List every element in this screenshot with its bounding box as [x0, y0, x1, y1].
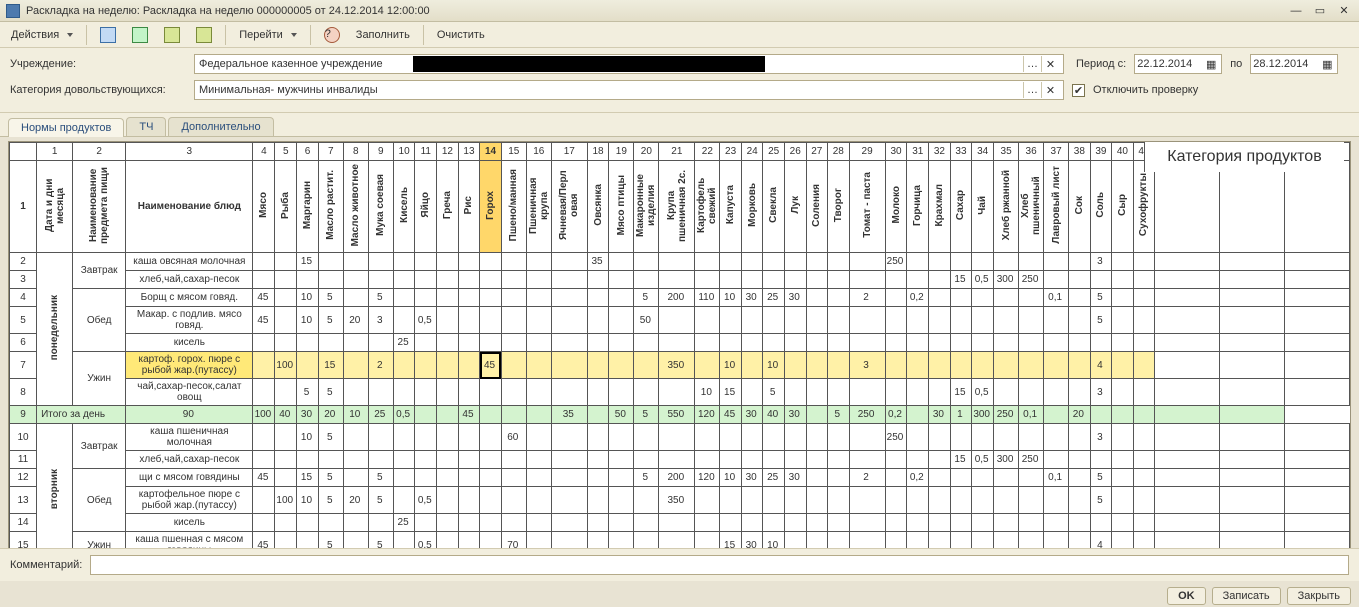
goto-menu[interactable]: Перейти [232, 26, 304, 44]
category-field[interactable]: Минимальная- мужчины инвалиды … ✕ [194, 80, 1064, 100]
refresh-icon [132, 27, 148, 43]
period-to-label: по [1230, 58, 1242, 70]
institution-value: Федеральное казенное учреждение [199, 58, 383, 70]
disable-check-label: Отключить проверку [1093, 84, 1198, 96]
tb-save-icon[interactable] [93, 24, 123, 46]
ok-button[interactable]: OK [1167, 587, 1206, 605]
grid-area[interactable]: Категория продуктов 12345678910111213141… [8, 141, 1351, 559]
write-button[interactable]: Записать [1212, 587, 1281, 605]
period-to-field[interactable]: 28.12.2014 ▦ [1250, 54, 1338, 74]
category-label: Категория довольствующихся: [10, 84, 186, 96]
comment-field[interactable] [90, 555, 1349, 575]
clear-button[interactable]: Очистить [430, 26, 492, 44]
save-icon [100, 27, 116, 43]
institution-clear-icon[interactable]: ✕ [1041, 56, 1059, 72]
disable-check-checkbox[interactable]: ✔ [1072, 84, 1085, 97]
close-doc-button[interactable]: Закрыть [1287, 587, 1351, 605]
window-title: Раскладка на неделю: Раскладка на неделю… [26, 5, 430, 17]
close-button[interactable]: ✕ [1335, 4, 1353, 18]
paste-icon [196, 27, 212, 43]
period-label: Период с: [1076, 58, 1126, 70]
period-to-value: 28.12.2014 [1253, 58, 1319, 70]
tb-paste-icon[interactable] [189, 24, 219, 46]
period-from-value: 22.12.2014 [1137, 58, 1203, 70]
tab-strip: Нормы продуктов ТЧ Дополнительно [0, 113, 1359, 137]
help-icon: ? [324, 27, 340, 43]
data-grid[interactable]: 1234567891011121314151617181920212223242… [9, 142, 1350, 559]
category-value: Минимальная- мужчины инвалиды [199, 84, 378, 96]
copy-icon [164, 27, 180, 43]
comment-label: Комментарий: [10, 559, 82, 571]
tab-extra[interactable]: Дополнительно [168, 117, 273, 136]
tb-help-icon[interactable]: ? [317, 24, 347, 46]
calendar-icon[interactable]: ▦ [1319, 58, 1335, 71]
app-icon [6, 4, 20, 18]
institution-more-icon[interactable]: … [1023, 56, 1041, 72]
institution-label: Учреждение: [10, 58, 186, 70]
redacted-bar [413, 56, 765, 72]
footer-buttons: OK Записать Закрыть [1167, 587, 1351, 605]
category-more-icon[interactable]: … [1023, 82, 1041, 98]
period-from-field[interactable]: 22.12.2014 ▦ [1134, 54, 1222, 74]
maximize-button[interactable]: ▭ [1311, 4, 1329, 18]
category-clear-icon[interactable]: ✕ [1041, 82, 1059, 98]
minimize-button[interactable]: — [1287, 4, 1305, 18]
bottom-pane: Комментарий: [0, 548, 1359, 581]
fill-button[interactable]: Заполнить [349, 26, 417, 44]
form-area: Учреждение: Федеральное казенное учрежде… [0, 48, 1359, 113]
toolbar: Действия Перейти ? Заполнить Очистить [0, 22, 1359, 48]
institution-field[interactable]: Федеральное казенное учреждение … ✕ [194, 54, 1064, 74]
calendar-icon[interactable]: ▦ [1203, 58, 1219, 71]
tb-copy-icon[interactable] [157, 24, 187, 46]
tb-refresh-icon[interactable] [125, 24, 155, 46]
tab-tch[interactable]: ТЧ [126, 117, 166, 136]
tab-norms[interactable]: Нормы продуктов [8, 118, 124, 137]
actions-menu[interactable]: Действия [4, 26, 80, 44]
title-bar: Раскладка на неделю: Раскладка на неделю… [0, 0, 1359, 22]
products-category-label: Категория продуктов [1144, 142, 1344, 172]
